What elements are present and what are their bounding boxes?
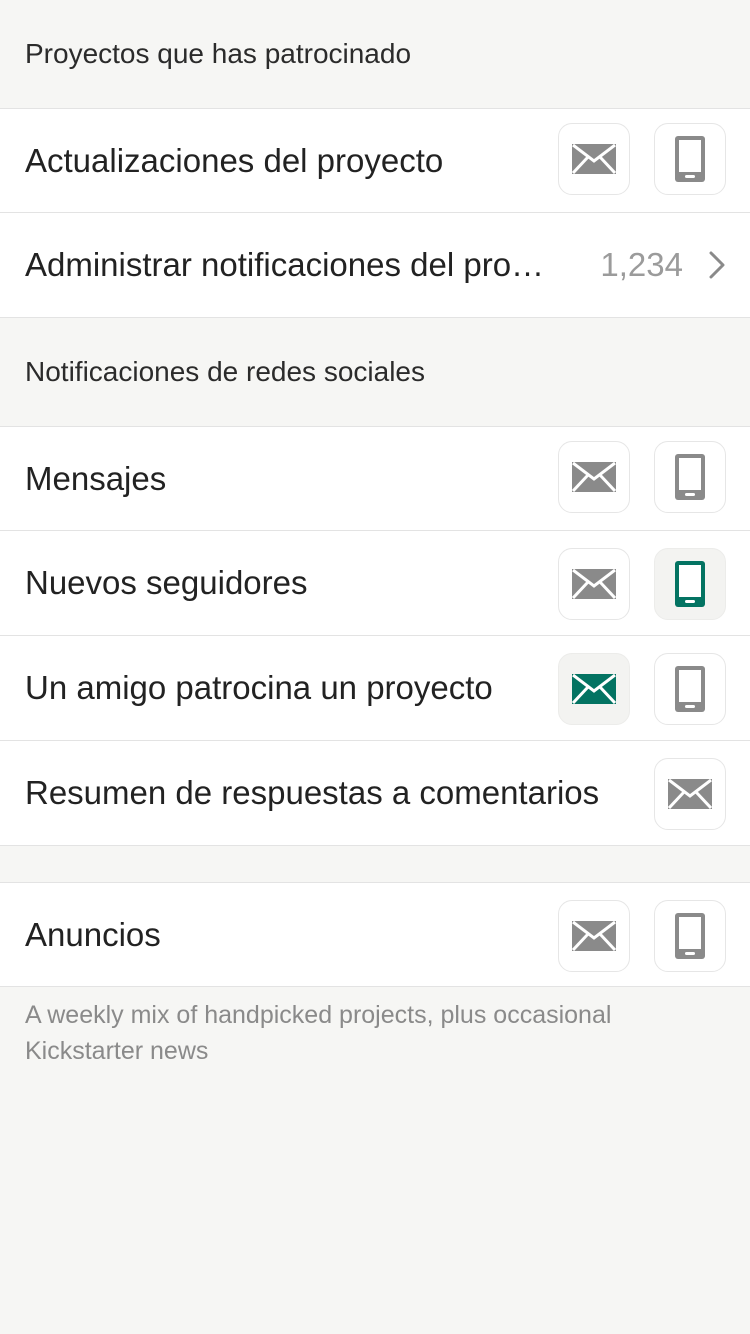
row-friend-backs-project: Un amigo patrocina un proyecto	[0, 636, 750, 740]
email-toggle-button[interactable]	[558, 900, 630, 972]
row-manage-project-notifications[interactable]: Administrar notificaciones del pro… 1,23…	[0, 213, 750, 317]
row-label: Actualizaciones del proyecto	[25, 141, 444, 179]
phone-toggle-button[interactable]	[654, 548, 726, 620]
envelope-icon	[668, 779, 712, 809]
phone-toggle-button[interactable]	[654, 441, 726, 513]
phone-toggle-button[interactable]	[654, 653, 726, 725]
email-toggle-button[interactable]	[558, 653, 630, 725]
row-label: Administrar notificaciones del pro…	[25, 246, 545, 283]
section-header-social: Notificaciones de redes sociales	[0, 318, 750, 426]
row-project-updates: Actualizaciones del proyecto	[0, 109, 750, 212]
envelope-icon	[572, 674, 616, 704]
phone-toggle-button[interactable]	[654, 900, 726, 972]
row-label: Nuevos seguidores	[25, 564, 308, 601]
row-new-followers: Nuevos seguidores	[0, 531, 750, 635]
phone-icon	[675, 454, 705, 500]
row-messages: Mensajes	[0, 427, 750, 530]
phone-icon	[675, 913, 705, 959]
row-comment-replies-digest: Resumen de respuestas a comentarios	[0, 741, 750, 845]
notification-count: 1,234	[600, 246, 683, 283]
row-label: Un amigo patrocina un proyecto	[25, 669, 493, 706]
email-toggle-button[interactable]	[558, 548, 630, 620]
row-label: Anuncios	[25, 915, 161, 953]
chevron-right-icon	[708, 213, 726, 317]
divider	[0, 986, 750, 987]
phone-toggle-button[interactable]	[654, 123, 726, 195]
envelope-icon	[572, 569, 616, 599]
envelope-icon	[572, 462, 616, 492]
section-header-backed-projects: Proyectos que has patrocinado	[0, 0, 750, 108]
envelope-icon	[572, 921, 616, 951]
envelope-icon	[572, 144, 616, 174]
row-label: Mensajes	[25, 459, 167, 497]
phone-icon	[675, 136, 705, 182]
phone-icon	[675, 666, 705, 712]
email-toggle-button[interactable]	[558, 441, 630, 513]
email-toggle-button[interactable]	[654, 758, 726, 830]
divider	[0, 845, 750, 846]
phone-icon	[675, 561, 705, 607]
section-title: Proyectos que has patrocinado	[25, 38, 412, 69]
email-toggle-button[interactable]	[558, 123, 630, 195]
row-announcements: Anuncios	[0, 883, 750, 986]
announcements-description: A weekly mix of handpicked projects, plu…	[25, 1001, 612, 1065]
row-label: Resumen de respuestas a comentarios	[25, 774, 600, 811]
section-title: Notificaciones de redes sociales	[25, 356, 425, 387]
